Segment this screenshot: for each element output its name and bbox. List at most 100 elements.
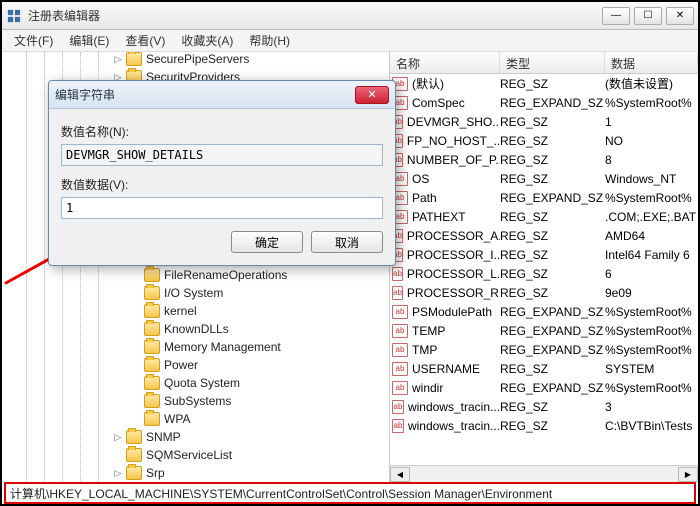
expand-icon[interactable] — [112, 449, 124, 461]
edit-string-dialog: 编辑字符串 ✕ 数值名称(N): 数值数据(V): 确定 取消 — [48, 80, 396, 266]
minimize-button[interactable]: — — [602, 7, 630, 25]
value-name: PROCESSOR_L... — [407, 267, 500, 281]
tree-item[interactable]: SQMServiceList — [2, 446, 389, 464]
value-type: REG_EXPAND_SZ — [500, 343, 605, 357]
tree-item[interactable]: ▷SNMP — [2, 428, 389, 446]
list-row[interactable]: abFP_NO_HOST_...REG_SZNO — [390, 131, 698, 150]
folder-icon — [144, 268, 160, 282]
expand-icon[interactable] — [130, 323, 142, 335]
value-data: Intel64 Family 6 — [605, 248, 698, 262]
value-data-input[interactable] — [61, 197, 383, 219]
list-row[interactable]: ab(默认)REG_SZ(数值未设置) — [390, 74, 698, 93]
list-row[interactable]: abPATHEXTREG_SZ.COM;.EXE;.BAT — [390, 207, 698, 226]
tree-item[interactable]: ▷Srp — [2, 464, 389, 482]
value-data-label: 数值数据(V): — [61, 176, 383, 193]
dialog-titlebar[interactable]: 编辑字符串 ✕ — [49, 81, 395, 109]
expand-icon[interactable] — [130, 359, 142, 371]
folder-icon — [126, 52, 142, 66]
tree-item[interactable]: Quota System — [2, 374, 389, 392]
maximize-button[interactable]: ☐ — [634, 7, 662, 25]
value-name-input[interactable] — [61, 144, 383, 166]
list-row[interactable]: abUSERNAMEREG_SZSYSTEM — [390, 359, 698, 378]
menu-help[interactable]: 帮助(H) — [241, 30, 298, 51]
list-row[interactable]: abPROCESSOR_A...REG_SZAMD64 — [390, 226, 698, 245]
list-pane[interactable]: 名称 类型 数据 ab(默认)REG_SZ(数值未设置)abComSpecREG… — [390, 52, 698, 482]
value-name-label: 数值名称(N): — [61, 123, 383, 140]
expand-icon[interactable] — [130, 305, 142, 317]
folder-icon — [144, 358, 160, 372]
col-name[interactable]: 名称 — [390, 52, 500, 73]
list-row[interactable]: abwindows_tracin...REG_SZ3 — [390, 397, 698, 416]
tree-item[interactable]: WPA — [2, 410, 389, 428]
list-row[interactable]: abPROCESSOR_I...REG_SZIntel64 Family 6 — [390, 245, 698, 264]
list-row[interactable]: abPSModulePathREG_EXPAND_SZ%SystemRoot% — [390, 302, 698, 321]
expand-icon[interactable] — [130, 287, 142, 299]
scroll-left-icon[interactable]: ◀ — [390, 467, 410, 482]
close-button[interactable]: ✕ — [666, 7, 694, 25]
expand-icon[interactable] — [130, 377, 142, 389]
col-data[interactable]: 数据 — [605, 52, 698, 73]
tree-item[interactable]: SubSystems — [2, 392, 389, 410]
expand-icon[interactable] — [130, 341, 142, 353]
tree-label: SQMServiceList — [146, 448, 232, 462]
folder-icon — [144, 286, 160, 300]
tree-item[interactable]: I/O System — [2, 284, 389, 302]
tree-item[interactable]: FileRenameOperations — [2, 266, 389, 284]
tree-label: kernel — [164, 304, 197, 318]
list-row[interactable]: abOSREG_SZWindows_NT — [390, 169, 698, 188]
value-name: PROCESSOR_A... — [407, 229, 500, 243]
cancel-button[interactable]: 取消 — [311, 231, 383, 253]
list-row[interactable]: abNUMBER_OF_P...REG_SZ8 — [390, 150, 698, 169]
value-name: windows_tracin... — [408, 400, 500, 414]
value-type: REG_SZ — [500, 229, 605, 243]
horizontal-scrollbar[interactable]: ◀ ▶ — [390, 465, 698, 482]
expand-icon[interactable] — [130, 395, 142, 407]
expand-icon[interactable] — [130, 413, 142, 425]
value-data: 6 — [605, 267, 698, 281]
value-data: Windows_NT — [605, 172, 698, 186]
tree-item[interactable]: kernel — [2, 302, 389, 320]
menu-favorites[interactable]: 收藏夹(A) — [173, 30, 241, 51]
expand-icon[interactable]: ▷ — [112, 467, 124, 479]
folder-icon — [144, 394, 160, 408]
value-type: REG_SZ — [500, 248, 605, 262]
tree-item[interactable]: Memory Management — [2, 338, 389, 356]
value-type: REG_SZ — [500, 153, 605, 167]
menu-file[interactable]: 文件(F) — [6, 30, 61, 51]
status-bar: 计算机\HKEY_LOCAL_MACHINE\SYSTEM\CurrentCon… — [4, 482, 696, 504]
menu-edit[interactable]: 编辑(E) — [61, 30, 117, 51]
value-data: %SystemRoot% — [605, 324, 698, 338]
list-row[interactable]: abwindows_tracin...REG_SZC:\BVTBin\Tests — [390, 416, 698, 435]
tree-label: Memory Management — [164, 340, 281, 354]
ok-button[interactable]: 确定 — [231, 231, 303, 253]
value-data: (数值未设置) — [605, 75, 698, 92]
value-type: REG_SZ — [500, 400, 605, 414]
list-row[interactable]: abwindirREG_EXPAND_SZ%SystemRoot% — [390, 378, 698, 397]
col-type[interactable]: 类型 — [500, 52, 605, 73]
list-body[interactable]: ab(默认)REG_SZ(数值未设置)abComSpecREG_EXPAND_S… — [390, 74, 698, 435]
list-row[interactable]: abTMPREG_EXPAND_SZ%SystemRoot% — [390, 340, 698, 359]
tree-item[interactable]: KnownDLLs — [2, 320, 389, 338]
list-row[interactable]: abPathREG_EXPAND_SZ%SystemRoot% — [390, 188, 698, 207]
dialog-close-button[interactable]: ✕ — [355, 86, 389, 104]
tree-item[interactable]: Power — [2, 356, 389, 374]
string-value-icon: ab — [392, 286, 403, 300]
list-row[interactable]: abPROCESSOR_R...REG_SZ9e09 — [390, 283, 698, 302]
list-row[interactable]: abTEMPREG_EXPAND_SZ%SystemRoot% — [390, 321, 698, 340]
tree-item[interactable]: ▷SecurePipeServers — [2, 52, 389, 68]
value-name: PATHEXT — [412, 210, 466, 224]
expand-icon[interactable]: ▷ — [112, 53, 124, 65]
dialog-title-text: 编辑字符串 — [55, 86, 355, 103]
value-type: REG_SZ — [500, 134, 605, 148]
list-row[interactable]: abComSpecREG_EXPAND_SZ%SystemRoot% — [390, 93, 698, 112]
list-row[interactable]: abDEVMGR_SHO...REG_SZ1 — [390, 112, 698, 131]
list-header[interactable]: 名称 类型 数据 — [390, 52, 698, 74]
list-row[interactable]: abPROCESSOR_L...REG_SZ6 — [390, 264, 698, 283]
menu-view[interactable]: 查看(V) — [117, 30, 173, 51]
expand-icon[interactable] — [130, 269, 142, 281]
value-type: REG_SZ — [500, 210, 605, 224]
folder-icon — [144, 340, 160, 354]
expand-icon[interactable]: ▷ — [112, 431, 124, 443]
value-name: TMP — [412, 343, 437, 357]
scroll-right-icon[interactable]: ▶ — [678, 467, 698, 482]
